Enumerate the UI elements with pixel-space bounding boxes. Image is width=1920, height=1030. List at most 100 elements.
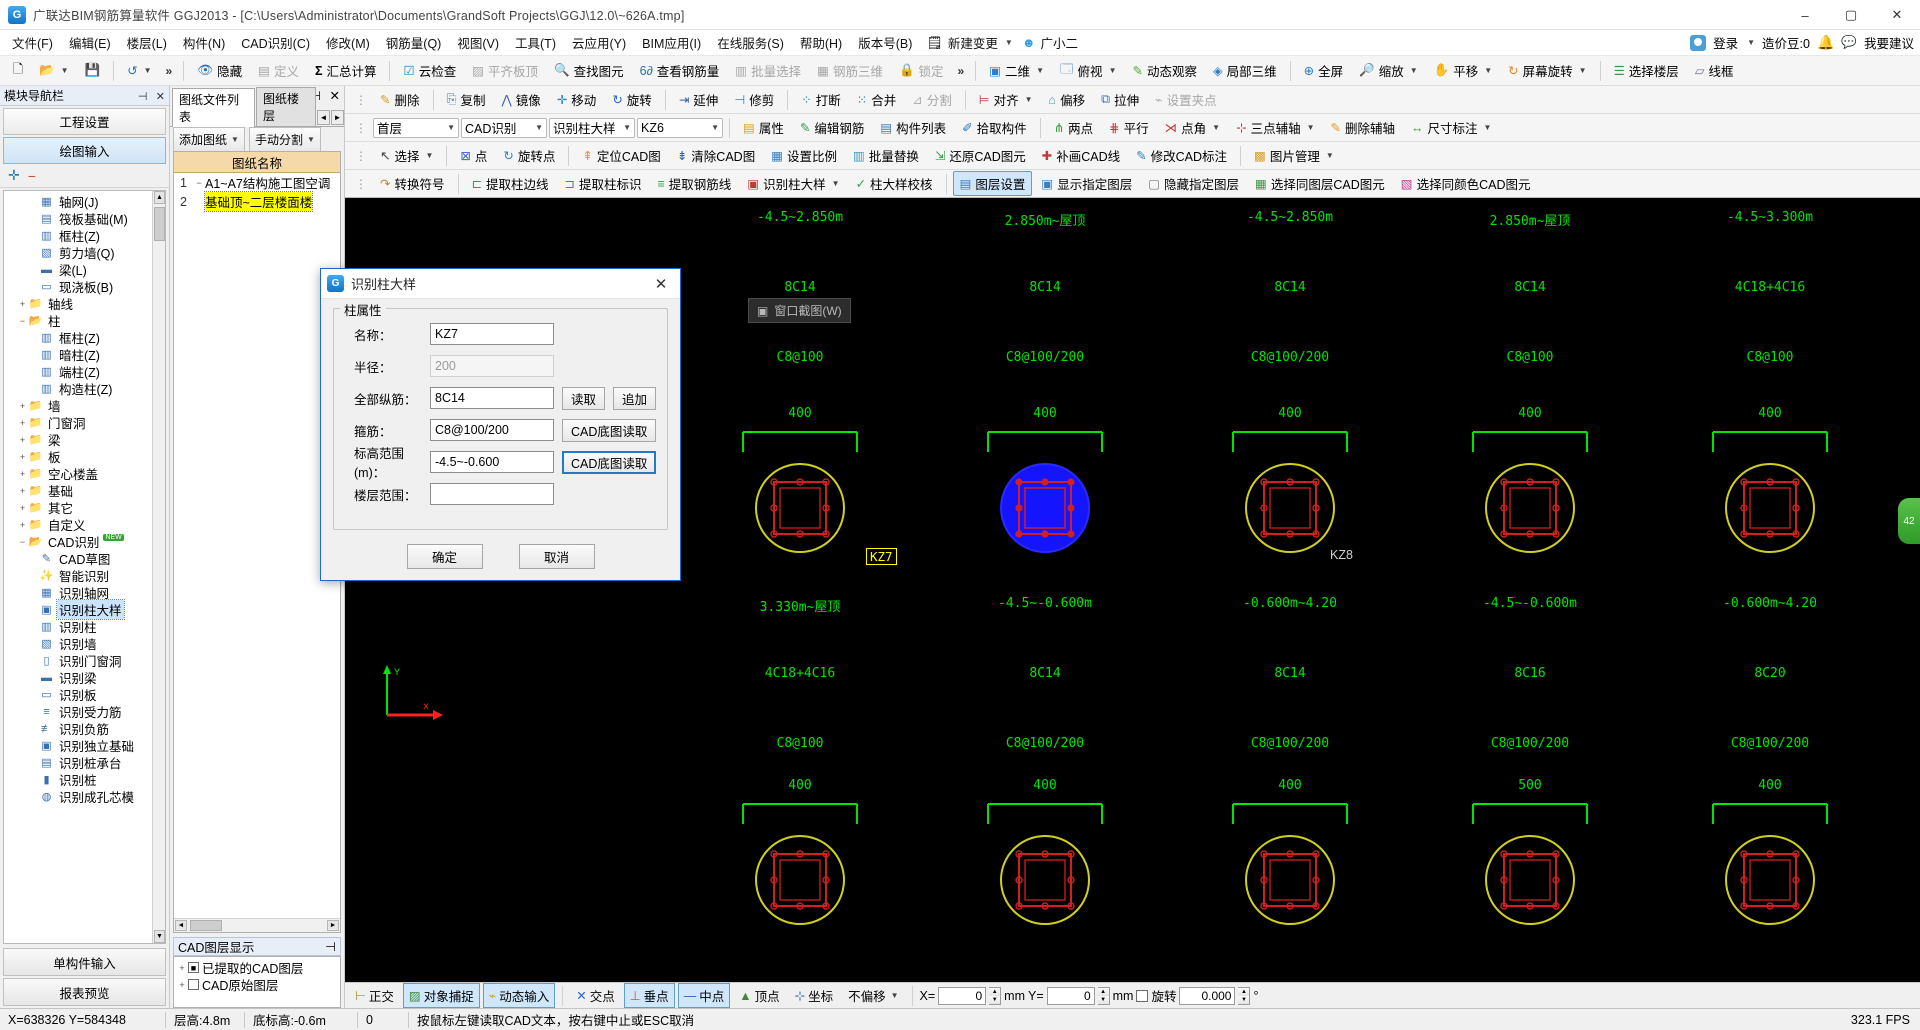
scroll-thumb[interactable]: [154, 207, 165, 241]
tree-item-33[interactable]: ▤ 识别桩承台: [6, 754, 165, 771]
kz7-tag[interactable]: KZ7: [866, 548, 897, 565]
rec-柱大样校核[interactable]: ✓ 柱大样校核: [849, 171, 940, 196]
edit-合并[interactable]: ⁙ 合并: [850, 87, 904, 112]
tree-item-17[interactable]: + 📁 基础: [6, 482, 165, 499]
tree-item-20[interactable]: − 📂 CAD识别 NEW: [6, 533, 165, 550]
open-file-button[interactable]: 📂 ▼: [32, 60, 76, 81]
edit-复制[interactable]: ⎘ 复制: [440, 87, 493, 112]
menu-bim[interactable]: BIM应用(I): [634, 30, 709, 55]
orbit-button[interactable]: ✎ 动态观察: [1125, 58, 1204, 83]
summary-calc-button[interactable]: Σ 汇总计算: [308, 58, 384, 83]
edit-删除[interactable]: ✎ 删除: [373, 87, 427, 112]
pin-icon[interactable]: ⊣: [138, 91, 148, 103]
tree-item-19[interactable]: + 📁 自定义: [6, 516, 165, 533]
view-rebar-qty-button[interactable]: 6∂ 查看钢筋量: [633, 58, 727, 83]
ctx-构件列表[interactable]: ▤ 构件列表: [873, 115, 953, 140]
cad-layer-row[interactable]: + ■ 已提取的CAD图层: [176, 959, 340, 976]
menu-member[interactable]: 构件(N): [175, 30, 233, 55]
tree-item-0[interactable]: ▦ 轴网(J): [6, 193, 165, 210]
tree-item-7[interactable]: − 📂 柱: [6, 312, 165, 329]
tree-item-35[interactable]: ◍ 识别成孔芯模: [6, 788, 165, 805]
toolbar-grip[interactable]: ⋮: [351, 149, 371, 163]
column-section[interactable]: [752, 832, 848, 928]
tree-expander-icon[interactable]: +: [17, 486, 28, 496]
ortho-toggle[interactable]: ⊢ 正交: [349, 983, 400, 1008]
hscroll-right-icon[interactable]: ►: [327, 920, 339, 931]
drawing-row-1[interactable]: 2 基础顶~二层楼面楼: [174, 191, 340, 212]
cad-旋转点[interactable]: ↻ 旋转点: [496, 143, 562, 168]
assistant-button[interactable]: 广小二: [1039, 30, 1081, 55]
toolbar-grip[interactable]: ⋮: [351, 121, 371, 135]
tree-item-15[interactable]: + 📁 板: [6, 448, 165, 465]
tree-item-21[interactable]: ✎ CAD草图: [6, 550, 165, 567]
edge-tab-button[interactable]: 42: [1898, 498, 1920, 544]
tree-item-27[interactable]: ▯ 识别门窗洞: [6, 652, 165, 669]
toolbar-grip[interactable]: ⋮: [351, 93, 371, 107]
tree-item-22[interactable]: ✨ 智能识别: [6, 567, 165, 584]
fullscreen-button[interactable]: ⊕ 全屏: [1297, 58, 1351, 83]
edit-拉伸[interactable]: ⧉ 拉伸: [1094, 87, 1146, 112]
menu-cloud[interactable]: 云应用(Y): [564, 30, 634, 55]
tree-item-28[interactable]: ▬ 识别梁: [6, 669, 165, 687]
edit-打断[interactable]: ⁘ 打断: [794, 87, 848, 112]
find-element-button[interactable]: 🔍 查找图元: [547, 58, 631, 83]
cad-修改CAD标注[interactable]: ✎ 修改CAD标注: [1129, 143, 1234, 168]
drawing-hscrollbar[interactable]: ◄ ►: [174, 918, 340, 932]
column-section[interactable]: [1482, 460, 1578, 556]
screen-rotate-caret-icon[interactable]: ▼: [1579, 66, 1587, 75]
menu-floor[interactable]: 楼层(L): [119, 30, 175, 55]
edit-分割[interactable]: ⊿ 分割: [905, 87, 959, 112]
cad-还原CAD图元[interactable]: ⇲ 还原CAD图元: [928, 143, 1033, 168]
close-button[interactable]: ✕: [1874, 0, 1920, 30]
member-tree[interactable]: ▦ 轴网(J) ▤ 筏板基础(M) ▥ 框柱(Z) ▧ 剪力墙(Q) ▬ 梁(L) ▭ 现浇板(B) +…: [3, 190, 166, 944]
drawing-row-0[interactable]: 1− A1~A7结构施工图空调: [174, 173, 340, 192]
tree-item-14[interactable]: + 📁 梁: [6, 431, 165, 448]
caret-down-icon[interactable]: ▼: [1484, 123, 1492, 132]
login-button[interactable]: 登录: [1713, 33, 1738, 52]
elevation-cad-read-button[interactable]: CAD底图读取: [562, 450, 657, 474]
edit-修剪[interactable]: ⊣ 修剪: [727, 87, 781, 112]
discipline-select[interactable]: CAD识别 ▼: [461, 117, 547, 138]
cad-layer-row[interactable]: + CAD原始图层: [176, 976, 340, 993]
hscroll-thumb[interactable]: [190, 920, 222, 931]
edit-延伸[interactable]: ⇥ 延伸: [672, 87, 726, 112]
new-change-caret-icon[interactable]: ▼: [1005, 38, 1013, 47]
edit-移动[interactable]: ✛ 移动: [550, 87, 604, 112]
tab-drawing-floors[interactable]: 图纸楼层: [256, 87, 316, 126]
tree-item-10[interactable]: ▥ 端柱(Z): [6, 363, 165, 380]
tree-expander-icon[interactable]: −: [17, 537, 28, 547]
rec-选择同颜色CAD图元[interactable]: ▧ 选择同颜色CAD图元: [1394, 171, 1538, 196]
rec-提取柱边线[interactable]: ⊏ 提取柱边线: [465, 171, 556, 196]
dwg-close-icon[interactable]: ✕: [330, 89, 340, 103]
tree-expander-icon[interactable]: +: [17, 401, 28, 411]
cloud-check-button[interactable]: ☑ 云检查: [396, 58, 463, 83]
tree-expander-icon[interactable]: −: [17, 316, 28, 326]
x-spinner[interactable]: ▲ ▼: [989, 986, 1002, 1005]
cad-批量替换[interactable]: ▥ 批量替换: [846, 143, 926, 168]
axis-尺寸标注[interactable]: ↔ 尺寸标注 ▼: [1404, 115, 1498, 140]
edit-偏移[interactable]: ⌂ 偏移: [1042, 87, 1093, 112]
project-settings-button[interactable]: 工程设置: [3, 108, 166, 135]
zoom-button[interactable]: 🔎 缩放 ▼: [1352, 58, 1425, 83]
axis-三点辅轴[interactable]: ⊹ 三点辅轴 ▼: [1229, 115, 1321, 140]
close-panel-icon[interactable]: ✕: [156, 91, 165, 103]
rec-图层设置[interactable]: ▤ 图层设置: [952, 171, 1033, 196]
x-input[interactable]: 0: [938, 986, 987, 1005]
bell-icon[interactable]: 🔔: [1817, 34, 1834, 51]
column-section[interactable]: [752, 460, 848, 556]
name-field[interactable]: KZ7: [430, 323, 554, 345]
all-longitudinal-rebar-field[interactable]: 8C14: [430, 387, 554, 409]
menu-edit[interactable]: 编辑(E): [61, 30, 119, 55]
menu-modify[interactable]: 修改(M): [318, 30, 378, 55]
cad-layer-expander-icon[interactable]: +: [176, 980, 188, 990]
cad-layer-checkbox[interactable]: [188, 979, 199, 990]
save-file-button[interactable]: 💾: [78, 60, 108, 81]
floor-select[interactable]: 首层 ▼: [373, 117, 459, 138]
ctx-拾取构件[interactable]: ✐ 拾取构件: [955, 115, 1034, 140]
read-button[interactable]: 读取: [562, 386, 606, 410]
tree-item-31[interactable]: ≢ 识别负筋: [6, 720, 165, 738]
chevron-down-icon[interactable]: ▼: [623, 123, 631, 132]
column-section-selected[interactable]: [997, 460, 1093, 556]
cad-layer-expander-icon[interactable]: +: [176, 963, 188, 973]
tree-item-12[interactable]: + 📁 墙: [6, 397, 165, 414]
